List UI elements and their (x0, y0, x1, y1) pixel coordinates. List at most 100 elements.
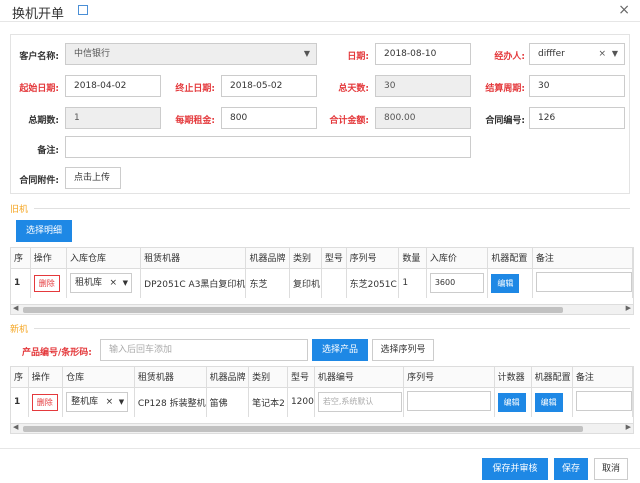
scrollbar-thumb[interactable] (23, 426, 583, 432)
category-cell: 复印机 (289, 268, 322, 298)
old-section-title: 旧机 (10, 205, 29, 215)
delete-button[interactable]: 删除 (33, 274, 60, 292)
barcode-input[interactable]: 输入后回车添加 (100, 339, 308, 361)
warehouse-select[interactable]: 整机库 × ▼ (66, 392, 129, 413)
new-machine-table: 序 操作 仓库 租赁机器 机器品牌 类别 型号 机器编号 序列号 计数器 机器配… (10, 366, 634, 434)
maximize-icon[interactable] (78, 5, 88, 15)
order-form: 客户名称: 中信银行 ▼ 日期: 2018-08-10 经办人: difffer… (10, 34, 630, 194)
table-row: 1 删除 租机库 × ▼ DP2051C A3黑白复印机 东芝 复印机 东芝20… (11, 268, 633, 298)
select-serial-button[interactable]: 选择序列号 (372, 339, 434, 361)
date-label: 日期: (347, 52, 369, 62)
serial-cell: 东芝2051C (346, 268, 400, 298)
category-cell: 笔记本2 (248, 387, 288, 417)
select-detail-button[interactable]: 选择明细 (16, 220, 72, 242)
table-row: 1 删除 整机库 × ▼ CP128 拆装整机 笛佛 笔记本2 1200 若空,… (11, 387, 633, 417)
cancel-button[interactable]: 取消 (594, 458, 628, 480)
remark-cell (532, 268, 633, 298)
col-header: 序列号 (403, 367, 495, 388)
col-header: 计数器 (494, 367, 532, 388)
remark-label: 备注: (37, 146, 59, 156)
handler-select[interactable]: difffer × ▼ (529, 43, 625, 65)
rent-label: 每期租金: (175, 116, 215, 126)
contract-no-input[interactable]: 126 (529, 107, 625, 129)
old-section-divider (34, 208, 630, 209)
new-table-header: 序 操作 仓库 租赁机器 机器品牌 类别 型号 机器编号 序列号 计数器 机器配… (11, 367, 633, 388)
clear-icon[interactable]: × (110, 274, 118, 292)
col-header: 数量 (398, 248, 427, 269)
rent-input[interactable]: 800 (221, 107, 317, 129)
total-amount-input[interactable]: 800.00 (375, 107, 471, 129)
scrollbar-thumb[interactable] (23, 307, 563, 313)
warehouse-cell: 整机库 × ▼ (62, 387, 135, 417)
dialog-titlebar: 换机开单 × (0, 0, 640, 22)
counter-cell: 编辑 (494, 387, 532, 417)
serial-input[interactable] (407, 390, 492, 411)
col-header: 类别 (289, 248, 322, 269)
scroll-right-icon[interactable]: ▶ (626, 423, 631, 431)
col-header: 序 (11, 248, 31, 269)
col-header: 序 (11, 367, 29, 388)
save-audit-button[interactable]: 保存并审核 (482, 458, 548, 480)
dialog-title: 换机开单 (12, 7, 65, 22)
select-product-button[interactable]: 选择产品 (312, 339, 368, 361)
scroll-left-icon[interactable]: ◀ (13, 304, 18, 312)
horizontal-scrollbar[interactable]: ◀ ▶ (11, 423, 633, 433)
periods-input[interactable]: 1 (65, 107, 161, 129)
old-machine-table: 序 操作 入库仓库 租赁机器 机器品牌 类别 型号 序列号 数量 入库价 机器配… (10, 247, 634, 315)
brand-cell: 东芝 (245, 268, 291, 298)
chevron-down-icon: ▼ (122, 279, 129, 288)
col-header: 机器品牌 (245, 248, 291, 269)
remark-input[interactable] (535, 271, 632, 292)
cycle-input[interactable]: 30 (529, 75, 625, 97)
warehouse-select[interactable]: 租机库 × ▼ (70, 273, 133, 294)
col-header: 机器配置 (487, 248, 533, 269)
chevron-down-icon: ▼ (303, 49, 310, 58)
scroll-left-icon[interactable]: ◀ (13, 423, 18, 431)
config-edit-button[interactable]: 编辑 (491, 273, 520, 293)
chevron-down-icon: ▼ (611, 49, 618, 58)
customer-label: 客户名称: (19, 52, 59, 62)
col-header: 操作 (30, 248, 68, 269)
handler-value: difffer (538, 49, 565, 59)
clear-icon[interactable]: × (106, 393, 114, 411)
warehouse-value: 整机库 (71, 397, 99, 408)
model-cell (321, 268, 347, 298)
config-cell: 编辑 (531, 387, 573, 417)
delete-button[interactable]: 删除 (31, 393, 58, 411)
end-date-input[interactable]: 2018-05-02 (221, 75, 317, 97)
customer-value: 中信银行 (74, 49, 111, 59)
attachment-label: 合同附件: (19, 176, 59, 186)
warehouse-cell: 租机库 × ▼ (66, 268, 142, 298)
total-days-input[interactable]: 30 (375, 75, 471, 97)
close-icon[interactable]: × (618, 2, 630, 18)
counter-edit-button[interactable]: 编辑 (497, 392, 526, 412)
delete-cell: 删除 (30, 268, 68, 298)
save-button[interactable]: 保存 (554, 458, 588, 480)
new-section-divider (34, 328, 630, 329)
total-amount-label: 合计金额: (329, 116, 369, 126)
config-edit-button[interactable]: 编辑 (534, 392, 563, 412)
customer-select[interactable]: 中信银行 ▼ (65, 43, 317, 65)
machine-cell: DP2051C A3黑白复印机 (140, 268, 247, 298)
scroll-right-icon[interactable]: ▶ (626, 304, 631, 312)
horizontal-scrollbar[interactable]: ◀ ▶ (11, 304, 633, 314)
price-cell: 3600 (426, 268, 489, 298)
col-header: 仓库 (62, 367, 135, 388)
start-date-input[interactable]: 2018-04-02 (65, 75, 161, 97)
contract-no-label: 合同编号: (485, 116, 525, 126)
remark-input[interactable] (65, 136, 471, 158)
col-header: 备注 (572, 367, 633, 388)
price-input[interactable]: 3600 (429, 273, 484, 294)
dialog-footer: 保存并审核 保存 取消 (0, 448, 640, 483)
handler-label: 经办人: (494, 52, 525, 62)
col-header: 租赁机器 (140, 248, 247, 269)
machine-no-input[interactable]: 若空,系统默认 (317, 392, 402, 413)
upload-button[interactable]: 点击上传 (65, 167, 121, 189)
remark-input[interactable] (575, 390, 632, 411)
date-input[interactable]: 2018-08-10 (375, 43, 471, 65)
cycle-label: 结算周期: (485, 84, 525, 94)
chevron-down-icon: ▼ (118, 398, 125, 407)
col-header: 备注 (532, 248, 633, 269)
clear-icon[interactable]: × (598, 44, 606, 64)
col-header: 入库仓库 (66, 248, 142, 269)
